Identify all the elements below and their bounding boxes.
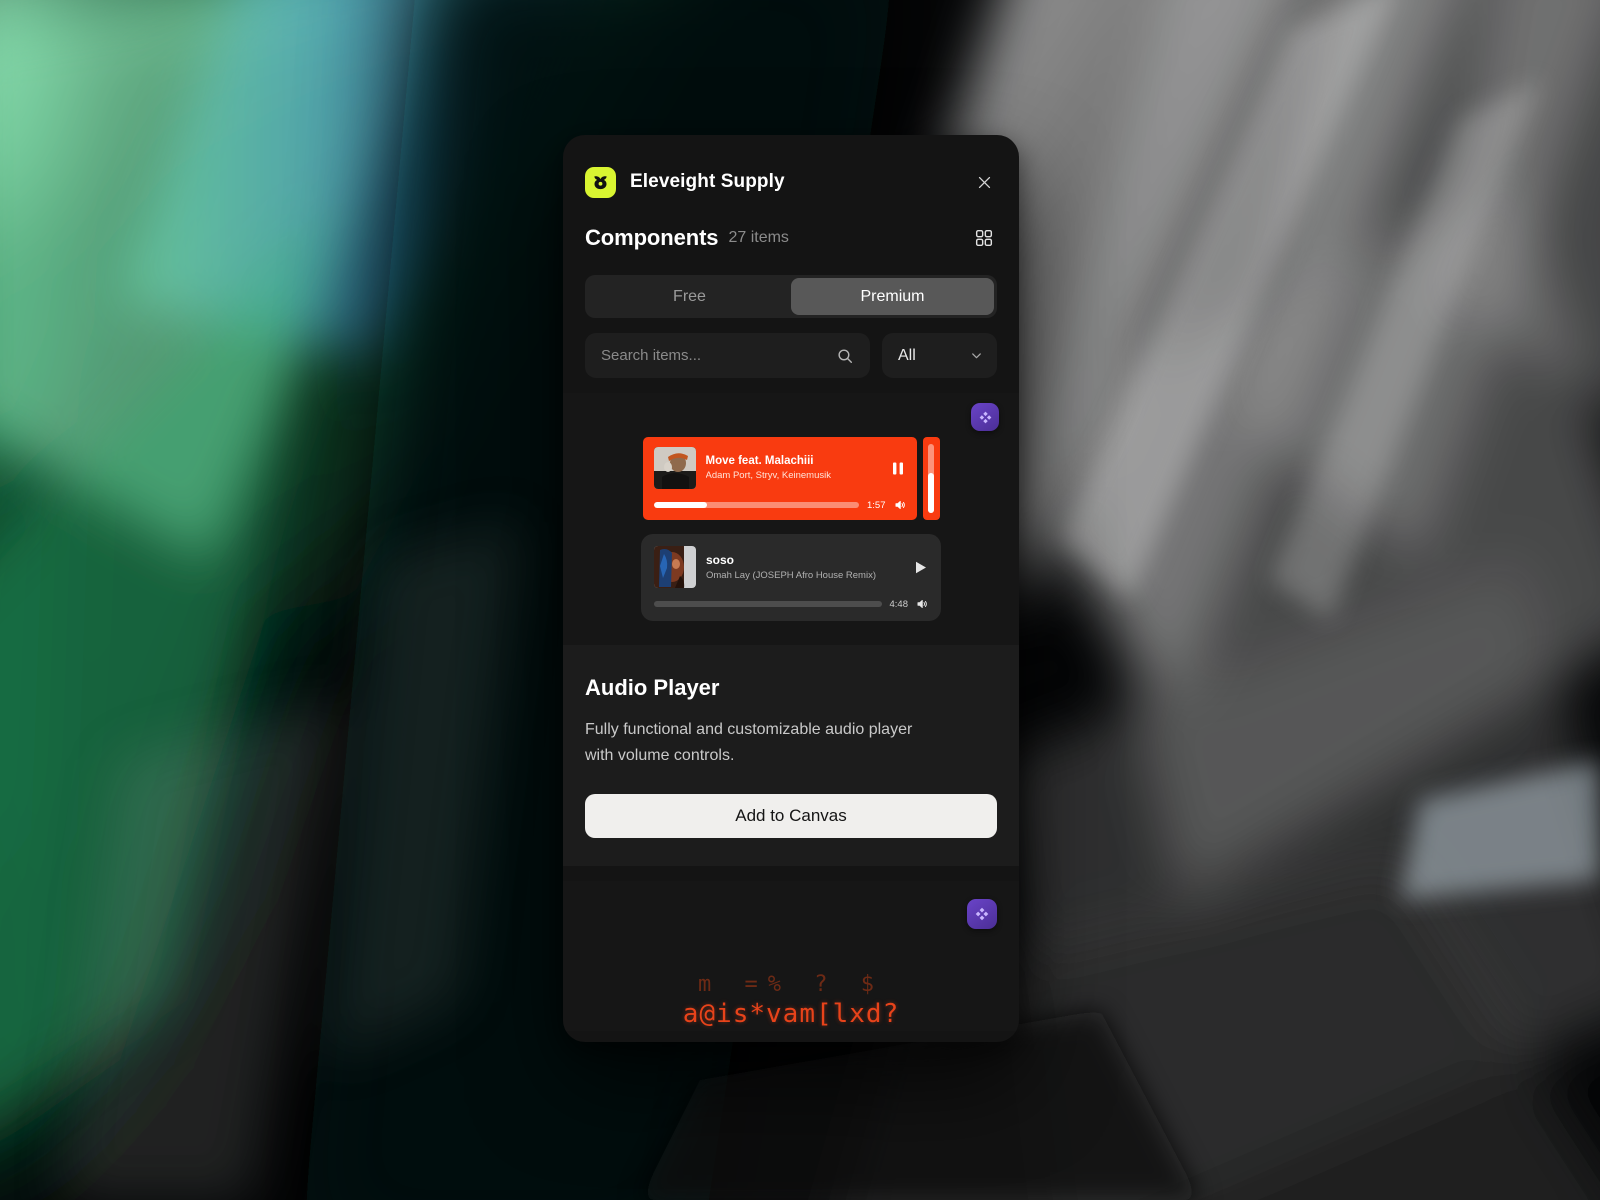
audio-player-controls: 4:48 [654, 598, 928, 610]
search-input[interactable] [601, 347, 836, 364]
volume-slider-vertical[interactable] [922, 437, 940, 520]
panel-header: Eleveight Supply [563, 135, 1019, 207]
glitch-text: m =% ? $ a@is*vam[lxd? [563, 971, 1019, 1030]
track-artist: Adam Port, Stryv, Keinemusik [705, 470, 831, 481]
progress-slider[interactable] [654, 601, 882, 607]
close-icon[interactable] [971, 169, 997, 195]
section-header: Components 27 items [563, 207, 1019, 251]
search-row: All [585, 333, 997, 378]
premium-clover-badge-icon [967, 899, 997, 930]
premium-clover-badge-icon [971, 403, 999, 431]
app-logo-icon [585, 166, 616, 198]
track-title: Move feat. Malachiii [705, 455, 814, 467]
audio-player-primary: Move feat. Malachiii Adam Port, Stryv, K… [585, 437, 997, 520]
add-to-canvas-button[interactable]: Add to Canvas [585, 794, 997, 839]
component-preview-audio-player: Move feat. Malachiii Adam Port, Stryv, K… [563, 393, 1019, 645]
track-time: 4:48 [889, 598, 909, 610]
audio-player-secondary: soso Omah Lay (JOSEPH Afro House Remix) … [641, 534, 941, 621]
component-title: Audio Player [585, 675, 720, 700]
track-meta: soso Omah Lay (JOSEPH Afro House Remix) [706, 553, 902, 581]
track-time: 1:57 [867, 499, 886, 511]
audio-player-header: soso Omah Lay (JOSEPH Afro House Remix) [654, 546, 928, 588]
progress-fill [653, 502, 707, 508]
category-select-value: All [898, 346, 916, 364]
tab-free[interactable]: Free [588, 278, 791, 315]
progress-slider[interactable] [653, 502, 859, 508]
category-select[interactable]: All [882, 333, 997, 378]
item-count: 27 items [728, 229, 789, 246]
volume-slider-fill [928, 472, 934, 513]
play-icon[interactable] [912, 561, 928, 574]
pause-icon[interactable] [890, 462, 906, 475]
component-description: Fully functional and customizable audio … [585, 721, 913, 765]
audio-player-header: Move feat. Malachiii Adam Port, Stryv, K… [653, 447, 906, 489]
component-info: Audio Player Fully functional and custom… [563, 645, 1019, 867]
album-art [654, 546, 696, 588]
search-field[interactable] [585, 333, 870, 378]
search-icon [836, 347, 854, 365]
app-title: Eleveight Supply [630, 171, 785, 192]
album-art [653, 447, 696, 489]
tab-premium[interactable]: Premium [791, 278, 994, 315]
track-title: soso [706, 553, 735, 567]
plan-tabs: Free Premium [585, 275, 997, 318]
component-preview-secondary: m =% ? $ a@is*vam[lxd? [563, 881, 1019, 1032]
audio-player-card: Move feat. Malachiii Adam Port, Stryv, K… [642, 437, 917, 520]
grid-view-icon[interactable] [971, 225, 997, 251]
track-meta: Move feat. Malachiii Adam Port, Stryv, K… [706, 455, 880, 481]
plugin-panel: Eleveight Supply Components 27 items Fre… [563, 135, 1019, 1042]
chevron-down-icon [969, 348, 984, 363]
page-title: Components [585, 225, 719, 250]
glitch-text-front: a@is*vam[lxd? [682, 999, 900, 1030]
track-artist: Omah Lay (JOSEPH Afro House Remix) [706, 570, 876, 581]
volume-slider-track [928, 444, 934, 513]
volume-icon[interactable] [916, 598, 928, 610]
volume-icon[interactable] [894, 499, 906, 511]
glitch-text-back: m =% ? $ [698, 971, 884, 997]
audio-player-controls: 1:57 [653, 499, 906, 511]
